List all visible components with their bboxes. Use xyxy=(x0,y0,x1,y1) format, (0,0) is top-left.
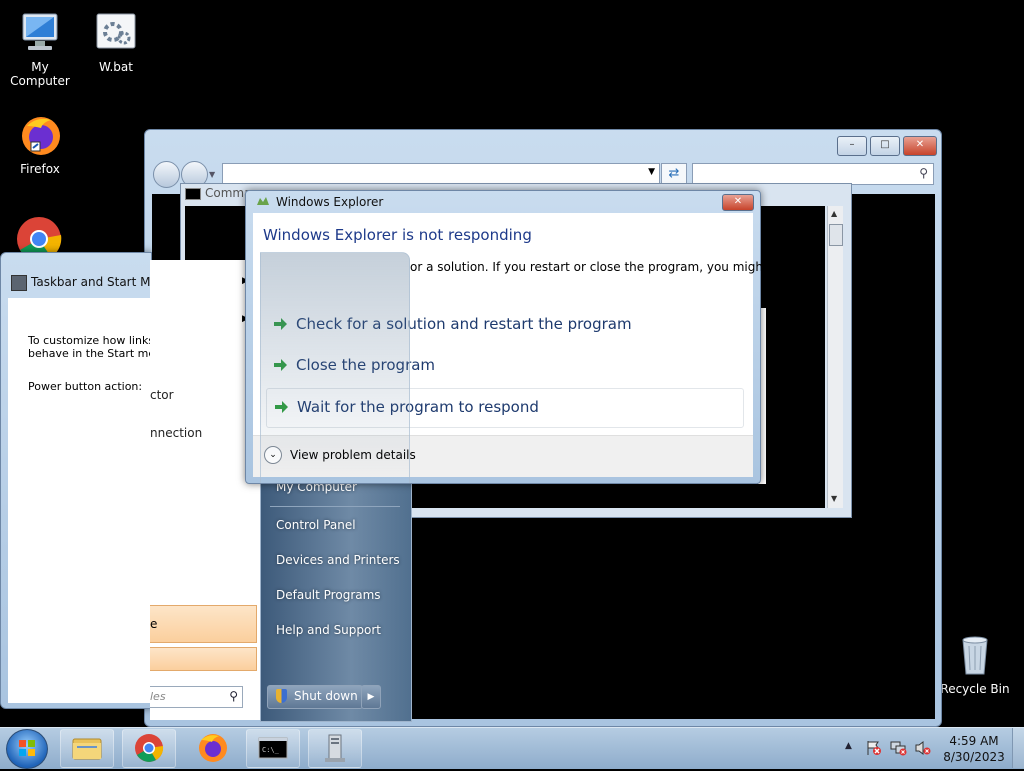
chrome-desktop-icon[interactable] xyxy=(15,215,63,255)
minimize-button[interactable]: – xyxy=(837,136,867,156)
scroll-thumb[interactable] xyxy=(829,224,843,246)
clock-date: 8/30/2023 xyxy=(943,750,1005,764)
cmd-icon xyxy=(185,188,201,200)
batch-file-icon xyxy=(93,10,139,56)
search-input[interactable]: ⚲ xyxy=(692,163,934,185)
green-arrow-icon xyxy=(274,318,287,330)
file-explorer-icon xyxy=(72,738,102,760)
chevron-down-icon: ⌄ xyxy=(264,446,282,464)
start-menu-control-panel[interactable]: Control Panel xyxy=(276,518,356,532)
start-menu-highlight-item[interactable]: e xyxy=(150,605,257,643)
refresh-icon[interactable]: ⇄ xyxy=(661,163,687,185)
desktop-icon-label: Recycle Bin xyxy=(940,682,1010,696)
desktop-icon-recycle-bin[interactable]: Recycle Bin xyxy=(935,632,1015,696)
shutdown-options-button[interactable]: ▶ xyxy=(361,685,381,709)
shield-icon xyxy=(276,689,287,703)
chevron-right-icon: ▶ xyxy=(367,692,375,702)
option-wait-for-program[interactable]: Wait for the program to respond xyxy=(266,388,744,428)
properties-description-line2: behave in the Start men xyxy=(28,347,163,360)
address-bar[interactable]: ▼ xyxy=(222,163,660,185)
desktop-icon-w-bat[interactable]: W.bat xyxy=(76,10,156,74)
desktop-icon-my-computer[interactable]: My Computer xyxy=(0,10,80,88)
green-arrow-icon xyxy=(274,359,287,371)
server-icon xyxy=(325,734,345,762)
maximize-button[interactable]: □ xyxy=(870,136,900,156)
show-hidden-icons-button[interactable]: ▲ xyxy=(845,741,852,751)
green-arrow-icon xyxy=(275,401,288,413)
scroll-down-icon[interactable]: ▼ xyxy=(831,494,837,503)
start-menu-left-pane[interactable]: ▶ ▶ ctor nnection e les ⚲ xyxy=(150,260,260,720)
computer-icon xyxy=(17,10,63,56)
chrome-icon xyxy=(135,734,164,762)
network-icon[interactable] xyxy=(890,740,908,756)
start-menu-item[interactable]: ctor xyxy=(150,388,174,402)
recycle-bin-icon xyxy=(952,632,998,678)
desktop-icon-label: My Computer xyxy=(10,60,70,88)
taskbar-server-button[interactable] xyxy=(308,729,362,768)
start-menu-help-support[interactable]: Help and Support xyxy=(276,623,381,637)
option-close-program[interactable]: Close the program xyxy=(266,347,742,385)
search-icon[interactable]: ⚲ xyxy=(229,689,238,703)
view-problem-details[interactable]: ⌄ View problem details xyxy=(264,445,416,467)
dialog-title: Windows Explorer xyxy=(276,195,384,209)
taskbar-cmd-button[interactable]: C:\_ xyxy=(246,729,300,768)
desktop-icon-label: W.bat xyxy=(99,60,133,74)
power-button-action-label: Power button action: xyxy=(28,380,143,393)
scroll-up-icon[interactable]: ▲ xyxy=(831,209,837,218)
chrome-icon xyxy=(17,217,62,255)
back-button[interactable] xyxy=(153,161,180,188)
properties-window-title: Taskbar and Start Men xyxy=(31,275,166,289)
taskbar-firefox-button[interactable] xyxy=(186,729,238,766)
taskbar-chrome-button[interactable] xyxy=(122,729,176,768)
properties-description-line1: To customize how links, xyxy=(28,334,158,347)
properties-window-icon xyxy=(11,275,27,291)
dialog-app-icon xyxy=(256,195,270,207)
cmd-scrollbar[interactable]: ▲ ▼ xyxy=(827,206,843,508)
chevron-down-icon[interactable]: ▼ xyxy=(648,167,655,177)
firefox-icon xyxy=(17,112,63,158)
clock-time: 4:59 AM xyxy=(949,734,999,748)
taskbar-explorer-button[interactable] xyxy=(60,729,114,768)
volume-muted-icon[interactable] xyxy=(914,740,932,756)
windows-logo-icon xyxy=(19,740,35,756)
dialog-heading: Windows Explorer is not responding xyxy=(263,226,532,244)
close-button[interactable]: ✕ xyxy=(903,136,937,156)
start-menu-item[interactable]: nnection xyxy=(150,426,202,440)
search-icon[interactable]: ⚲ xyxy=(919,166,928,180)
desktop-icon-firefox[interactable]: Firefox xyxy=(0,112,80,176)
start-menu-separator xyxy=(270,506,400,507)
dialog-message: or a solution. If you restart or close t… xyxy=(410,260,768,274)
start-search-input[interactable]: les ⚲ xyxy=(150,686,243,708)
history-dropdown-icon[interactable]: ▼ xyxy=(209,170,215,179)
show-desktop-button[interactable] xyxy=(1012,728,1024,768)
cmd-icon: C:\_ xyxy=(258,737,288,759)
svg-text:C:\_: C:\_ xyxy=(262,746,280,754)
dialog-close-button[interactable]: ✕ xyxy=(722,194,754,211)
start-menu-default-programs[interactable]: Default Programs xyxy=(276,588,381,602)
firefox-icon xyxy=(199,734,227,762)
start-menu-devices-printers[interactable]: Devices and Printers xyxy=(276,553,400,567)
clock[interactable]: 4:59 AM 8/30/2023 xyxy=(940,733,1008,765)
taskbar-properties-window[interactable]: Taskbar and Start Men To customize how l… xyxy=(0,252,165,709)
desktop-icon-label: Firefox xyxy=(20,162,60,176)
properties-content: To customize how links, behave in the St… xyxy=(8,298,162,703)
action-center-icon[interactable] xyxy=(866,740,882,756)
start-menu-highlight-item-2[interactable] xyxy=(150,647,257,671)
option-check-solution[interactable]: Check for a solution and restart the pro… xyxy=(266,306,742,344)
shutdown-button[interactable]: Shut down xyxy=(267,685,363,709)
start-button[interactable] xyxy=(6,729,48,769)
